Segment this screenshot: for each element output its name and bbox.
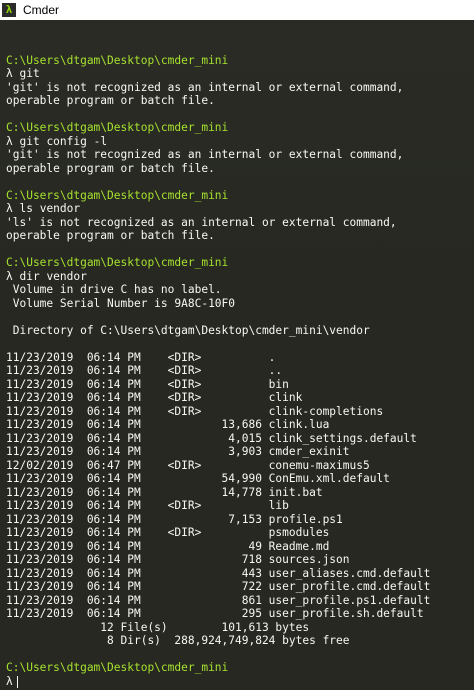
output-text: operable program or batch file. [6,94,215,107]
output-line: 11/23/2019 06:14 PM 295 user_profile.sh.… [6,607,474,621]
command-line: λ ls vendor [6,202,474,216]
output-text: 12/02/2019 06:47 PM <DIR> conemu-maximus… [6,458,370,472]
output-text: 8 Dir(s) 288,924,749,824 bytes free [6,634,350,647]
output-text: 11/23/2019 06:14 PM 49 Readme.md [6,539,330,553]
output-line: 8 Dir(s) 288,924,749,824 bytes free [6,634,474,648]
output-text: 11/23/2019 06:14 PM <DIR> bin [6,377,289,391]
output-line: 12 File(s) 101,613 bytes [6,621,474,635]
prompt-symbol: λ [6,674,13,688]
output-text: 11/23/2019 06:14 PM <DIR> .. [6,364,283,377]
output-text: 11/23/2019 06:14 PM 718 sources.json [6,553,350,566]
command-text: git [19,67,40,80]
output-text: 11/23/2019 06:14 PM 4,015 clink_settings… [6,431,417,445]
output-line: 11/23/2019 06:14 PM 3,903 cmder_exinit [6,445,474,459]
title-bar[interactable]: λ Cmder [0,0,474,20]
output-line: 11/23/2019 06:14 PM <DIR> psmodules [6,526,474,540]
prompt-path-line: C:\Users\dtgam\Desktop\cmder_mini [6,256,474,270]
command-line: λ git config -l [6,135,474,149]
output-line: 11/23/2019 06:14 PM <DIR> . [6,351,474,365]
output-line: 11/23/2019 06:14 PM 4,015 clink_settings… [6,432,474,446]
output-line: 11/23/2019 06:14 PM 718 sources.json [6,553,474,567]
prompt-path: C:\Users\dtgam\Desktop\cmder_mini [6,188,229,202]
cmder-window: λ Cmder C:\Users\dtgam\Desktop\cmder_min… [0,0,474,690]
output-line: 'ls' is not recognized as an internal or… [6,216,474,230]
prompt-path-line: C:\Users\dtgam\Desktop\cmder_mini [6,189,474,203]
output-text: 11/23/2019 06:14 PM 54,990 ConEmu.xml.de… [6,472,390,485]
current-command-line: λ [6,675,474,689]
output-text: 11/23/2019 06:14 PM 14,778 init.bat [6,485,323,499]
output-line: operable program or batch file. [6,94,474,108]
output-text: operable program or batch file. [6,229,215,242]
output-text: 11/23/2019 06:14 PM 295 user_profile.sh.… [6,607,424,620]
output-line: 11/23/2019 06:14 PM <DIR> .. [6,364,474,378]
lambda-icon: λ [2,3,16,17]
output-line: 11/23/2019 06:14 PM <DIR> clink-completi… [6,405,474,419]
output-text: 'git' is not recognized as an internal o… [6,80,404,94]
prompt-path-line: C:\Users\dtgam\Desktop\cmder_mini [6,121,474,135]
output-line: operable program or batch file. [6,162,474,176]
output-text: 11/23/2019 06:14 PM 722 user_profile.cmd… [6,580,431,593]
output-line: 'git' is not recognized as an internal o… [6,81,474,95]
output-line: operable program or batch file. [6,229,474,243]
output-text: 11/23/2019 06:14 PM 443 user_aliases.cmd… [6,566,431,580]
prompt-symbol: λ [6,134,13,148]
output-text: 11/23/2019 06:14 PM <DIR> . [6,350,276,364]
output-line: 11/23/2019 06:14 PM <DIR> clink [6,391,474,405]
command-line: λ git [6,67,474,81]
output-text: 12 File(s) 101,613 bytes [6,620,310,634]
output-text: 11/23/2019 06:14 PM <DIR> lib [6,499,289,512]
command-text: ls vendor [19,202,81,215]
output-text: 11/23/2019 06:14 PM <DIR> psmodules [6,526,330,539]
console-output[interactable]: C:\Users\dtgam\Desktop\cmder_mini λ git'g… [0,20,474,690]
output-text: Volume in drive C has no label. [6,283,222,296]
output-text: 'git' is not recognized as an internal o… [6,148,404,161]
command-text: dir vendor [19,269,87,283]
output-text: 11/23/2019 06:14 PM 861 user_profile.ps1… [6,593,431,607]
output-line: 12/02/2019 06:47 PM <DIR> conemu-maximus… [6,459,474,473]
output-line: Volume in drive C has no label. [6,283,474,297]
prompt-path: C:\Users\dtgam\Desktop\cmder_mini [6,661,229,674]
output-line: 11/23/2019 06:14 PM 49 Readme.md [6,540,474,554]
prompt-path: C:\Users\dtgam\Desktop\cmder_mini [6,256,229,269]
output-text: 11/23/2019 06:14 PM <DIR> clink-completi… [6,404,384,418]
text-cursor [16,675,18,688]
prompt-path: C:\Users\dtgam\Desktop\cmder_mini [6,53,229,67]
output-line: 11/23/2019 06:14 PM 14,778 init.bat [6,486,474,500]
current-prompt-path-line: C:\Users\dtgam\Desktop\cmder_mini [6,661,474,675]
output-line: 11/23/2019 06:14 PM 13,686 clink.lua [6,418,474,432]
output-text: operable program or batch file. [6,161,215,175]
output-line: Volume Serial Number is 9A8C-10F0 [6,297,474,311]
prompt-symbol: λ [6,269,13,283]
prompt-symbol: λ [6,67,13,80]
output-text: Directory of C:\Users\dtgam\Desktop\cmde… [6,323,370,337]
output-line: 11/23/2019 06:14 PM 722 user_profile.cmd… [6,580,474,594]
output-line: 11/23/2019 06:14 PM <DIR> lib [6,499,474,513]
output-line: 11/23/2019 06:14 PM <DIR> bin [6,378,474,392]
output-text: 'ls' is not recognized as an internal or… [6,215,397,229]
prompt-symbol: λ [6,202,13,215]
output-text: 11/23/2019 06:14 PM 3,903 cmder_exinit [6,445,350,458]
output-text: 11/23/2019 06:14 PM <DIR> clink [6,391,303,404]
prompt-path: C:\Users\dtgam\Desktop\cmder_mini [6,121,229,134]
prompt-path-line: C:\Users\dtgam\Desktop\cmder_mini [6,54,474,68]
command-line: λ dir vendor [6,270,474,284]
output-text: Volume Serial Number is 9A8C-10F0 [6,296,236,310]
window-title: Cmder [23,3,60,17]
output-text: 11/23/2019 06:14 PM 13,686 clink.lua [6,418,330,431]
output-line: 'git' is not recognized as an internal o… [6,148,474,162]
command-text: git config -l [19,134,108,148]
output-line: 11/23/2019 06:14 PM 54,990 ConEmu.xml.de… [6,472,474,486]
output-line: 11/23/2019 06:14 PM 443 user_aliases.cmd… [6,567,474,581]
output-text: 11/23/2019 06:14 PM 7,153 profile.ps1 [6,512,343,526]
output-line: Directory of C:\Users\dtgam\Desktop\cmde… [6,324,474,338]
output-line: 11/23/2019 06:14 PM 7,153 profile.ps1 [6,513,474,527]
output-line: 11/23/2019 06:14 PM 861 user_profile.ps1… [6,594,474,608]
